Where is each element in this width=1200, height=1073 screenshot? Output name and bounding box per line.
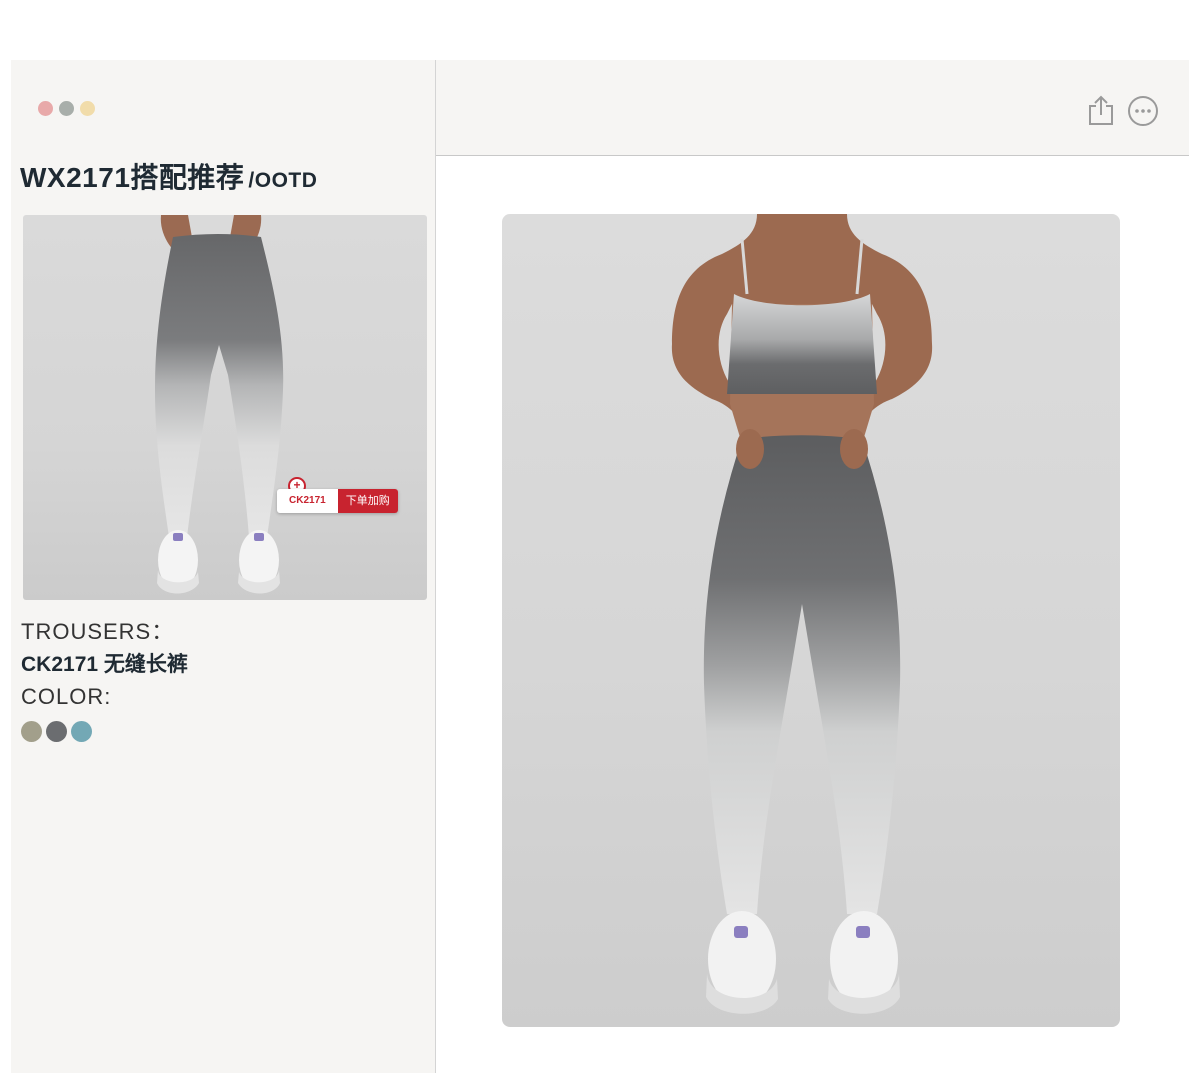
color-swatch-grey[interactable] xyxy=(46,721,67,742)
share-icon xyxy=(1089,95,1113,125)
color-swatch-teal[interactable] xyxy=(71,721,92,742)
page-title-suffix: /OOTD xyxy=(248,169,318,192)
leggings-photo xyxy=(155,215,284,594)
more-button[interactable] xyxy=(1127,95,1159,127)
color-swatches xyxy=(21,721,92,742)
color-label: COLOR: xyxy=(21,684,112,709)
window-controls xyxy=(38,101,95,116)
add-to-cart-button[interactable]: 下单加购 xyxy=(337,489,398,513)
zoom-window-button[interactable] xyxy=(80,101,95,116)
color-swatch-khaki[interactable] xyxy=(21,721,42,742)
minimize-window-button[interactable] xyxy=(59,101,74,116)
product-tag[interactable]: CK2171 下单加购 xyxy=(277,489,398,513)
product-name[interactable]: CK2171 无缝长裤 xyxy=(21,648,188,678)
outfit-main-photo xyxy=(502,214,1120,1027)
page-title-text: WX2171搭配推荐 xyxy=(20,162,245,193)
toolbar xyxy=(436,60,1189,156)
sidebar: WX2171搭配推荐/OOTD + CK2171 下单加购 TROUSERS： … xyxy=(11,60,436,1073)
content-pane xyxy=(436,60,1189,1073)
trousers-label: TROUSERS： xyxy=(21,619,175,644)
outfit-thumbnail[interactable]: + CK2171 下单加购 xyxy=(23,215,427,600)
close-window-button[interactable] xyxy=(38,101,53,116)
share-button[interactable] xyxy=(1087,94,1115,126)
model-photo xyxy=(671,214,933,1014)
product-tag-code: CK2171 xyxy=(277,489,338,513)
more-icon xyxy=(1128,96,1158,126)
app-window: WX2171搭配推荐/OOTD + CK2171 下单加购 TROUSERS： … xyxy=(11,60,1189,1073)
page-title: WX2171搭配推荐/OOTD xyxy=(20,156,317,196)
